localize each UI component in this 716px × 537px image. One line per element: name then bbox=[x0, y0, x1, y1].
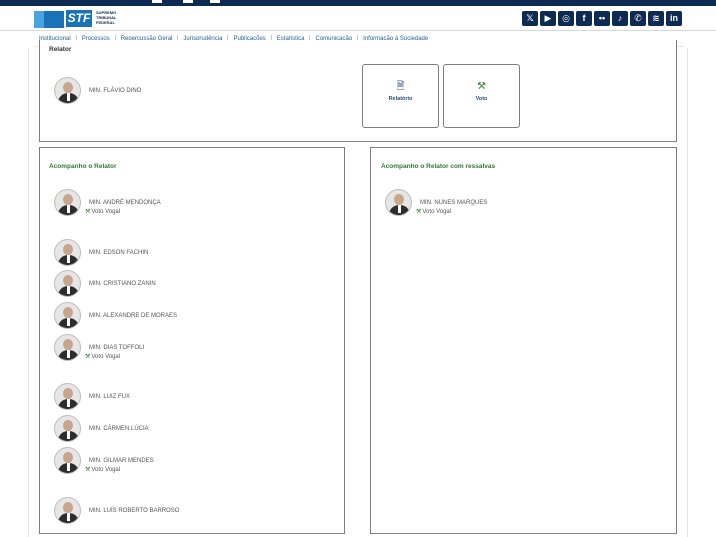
youtube-icon[interactable]: ▶ bbox=[540, 11, 556, 26]
minister-row: MIN. DIAS TOFFOLI ⚒Voto Vogal bbox=[54, 334, 144, 361]
top-bar-notch bbox=[210, 0, 220, 3]
whatsapp-icon[interactable]: ✆ bbox=[630, 11, 646, 26]
minister-name: MIN. CÁRMEN LÚCIA bbox=[89, 426, 149, 432]
gavel-icon: ⚒ bbox=[477, 81, 486, 92]
x-twitter-icon[interactable]: 𝕏 bbox=[522, 11, 538, 26]
minister-name: MIN. DIAS TOFFOLI bbox=[89, 345, 145, 351]
voto-vogal-link[interactable]: ⚒Voto Vogal bbox=[416, 208, 451, 215]
avatar bbox=[54, 383, 81, 410]
voto-button[interactable]: ⚒ Voto bbox=[443, 64, 520, 128]
social-links: 𝕏 ▶ ◎ f •• ♪ ✆ ≋ in bbox=[522, 11, 682, 26]
minister-row: MIN. CRISTIANO ZANIN bbox=[54, 270, 156, 297]
avatar bbox=[54, 334, 81, 361]
avatar bbox=[54, 77, 81, 104]
logo-text: STF bbox=[66, 10, 92, 27]
avatar bbox=[54, 270, 81, 297]
follows-relator-title: Acompanho o Relator bbox=[49, 163, 117, 170]
voto-vogal-link[interactable]: ⚒Voto Vogal bbox=[85, 466, 120, 473]
minister-name: MIN. FLÁVIO DINO bbox=[89, 88, 142, 94]
gavel-icon: ⚒ bbox=[85, 467, 91, 473]
minister-name: MIN. NUNES MARQUES bbox=[420, 200, 488, 206]
minister-name: MIN. CRISTIANO ZANIN bbox=[89, 281, 156, 287]
tiktok-icon[interactable]: ♪ bbox=[612, 11, 628, 26]
minister-row: MIN. LUIZ FUX bbox=[54, 383, 130, 410]
top-bar-notch bbox=[183, 0, 193, 3]
minister-row: MIN. NUNES MARQUES ⚒Voto Vogal bbox=[385, 189, 487, 216]
avatar bbox=[54, 497, 81, 524]
relatorio-label: Relatório bbox=[388, 96, 413, 102]
gavel-icon: ⚒ bbox=[85, 354, 91, 360]
logo-mark-icon bbox=[34, 10, 64, 28]
relator-title: Relator bbox=[49, 46, 72, 53]
flickr-icon[interactable]: •• bbox=[594, 11, 610, 26]
avatar bbox=[54, 189, 81, 216]
avatar bbox=[54, 415, 81, 442]
vote-label: Voto Vogal bbox=[91, 209, 121, 215]
linkedin-icon[interactable]: in bbox=[666, 11, 682, 26]
avatar bbox=[54, 447, 81, 474]
avatar bbox=[54, 239, 81, 266]
vote-label: Voto Vogal bbox=[422, 209, 452, 215]
voto-vogal-link[interactable]: ⚒Voto Vogal bbox=[85, 208, 120, 215]
minister-name: MIN. EDSON FACHIN bbox=[89, 250, 149, 256]
top-bar-notch bbox=[152, 0, 162, 3]
minister-row: MIN. LUÍS ROBERTO BARROSO bbox=[54, 497, 179, 524]
voto-label: Voto bbox=[475, 96, 488, 102]
gavel-icon: ⚒ bbox=[416, 209, 422, 215]
minister-row: MIN. GILMAR MENDES ⚒Voto Vogal bbox=[54, 447, 154, 474]
avatar bbox=[54, 302, 81, 329]
minister-name: MIN. LUÍS ROBERTO BARROSO bbox=[89, 508, 180, 514]
instagram-icon[interactable]: ◎ bbox=[558, 11, 574, 26]
relatorio-button[interactable]: 🗎 Relatório bbox=[362, 64, 439, 128]
minister-row: MIN. ALEXANDRE DE MORAES bbox=[54, 302, 177, 329]
follows-with-reservations-title: Acompanho o Relator com ressalvas bbox=[381, 163, 496, 170]
gavel-icon: ⚒ bbox=[85, 209, 91, 215]
relator-minister: MIN. FLÁVIO DINO bbox=[54, 77, 141, 104]
minister-name: MIN. ANDRÉ MENDONÇA bbox=[89, 200, 161, 206]
minister-row: MIN. EDSON FACHIN bbox=[54, 239, 148, 266]
minister-row: MIN. CÁRMEN LÚCIA bbox=[54, 415, 149, 442]
minister-name: MIN. GILMAR MENDES bbox=[89, 458, 154, 464]
avatar bbox=[385, 189, 412, 216]
spotify-icon[interactable]: ≋ bbox=[648, 11, 664, 26]
logo-name: SUPREMO TRIBUNAL FEDERAL bbox=[96, 10, 117, 25]
vote-label: Voto Vogal bbox=[91, 467, 121, 473]
minister-name: MIN. ALEXANDRE DE MORAES bbox=[89, 313, 178, 319]
vote-label: Voto Vogal bbox=[91, 354, 121, 360]
site-header: STF SUPREMO TRIBUNAL FEDERAL 𝕏 ▶ ◎ f •• ♪ ✆ ≋ in bbox=[0, 6, 716, 31]
minister-name: MIN. LUIZ FUX bbox=[89, 394, 131, 400]
stf-logo[interactable]: STF SUPREMO TRIBUNAL FEDERAL bbox=[34, 10, 116, 28]
voto-vogal-link[interactable]: ⚒Voto Vogal bbox=[85, 353, 120, 360]
minister-row: MIN. ANDRÉ MENDONÇA ⚒Voto Vogal bbox=[54, 189, 161, 216]
facebook-icon[interactable]: f bbox=[576, 11, 592, 26]
document-icon: 🗎 bbox=[396, 81, 405, 92]
